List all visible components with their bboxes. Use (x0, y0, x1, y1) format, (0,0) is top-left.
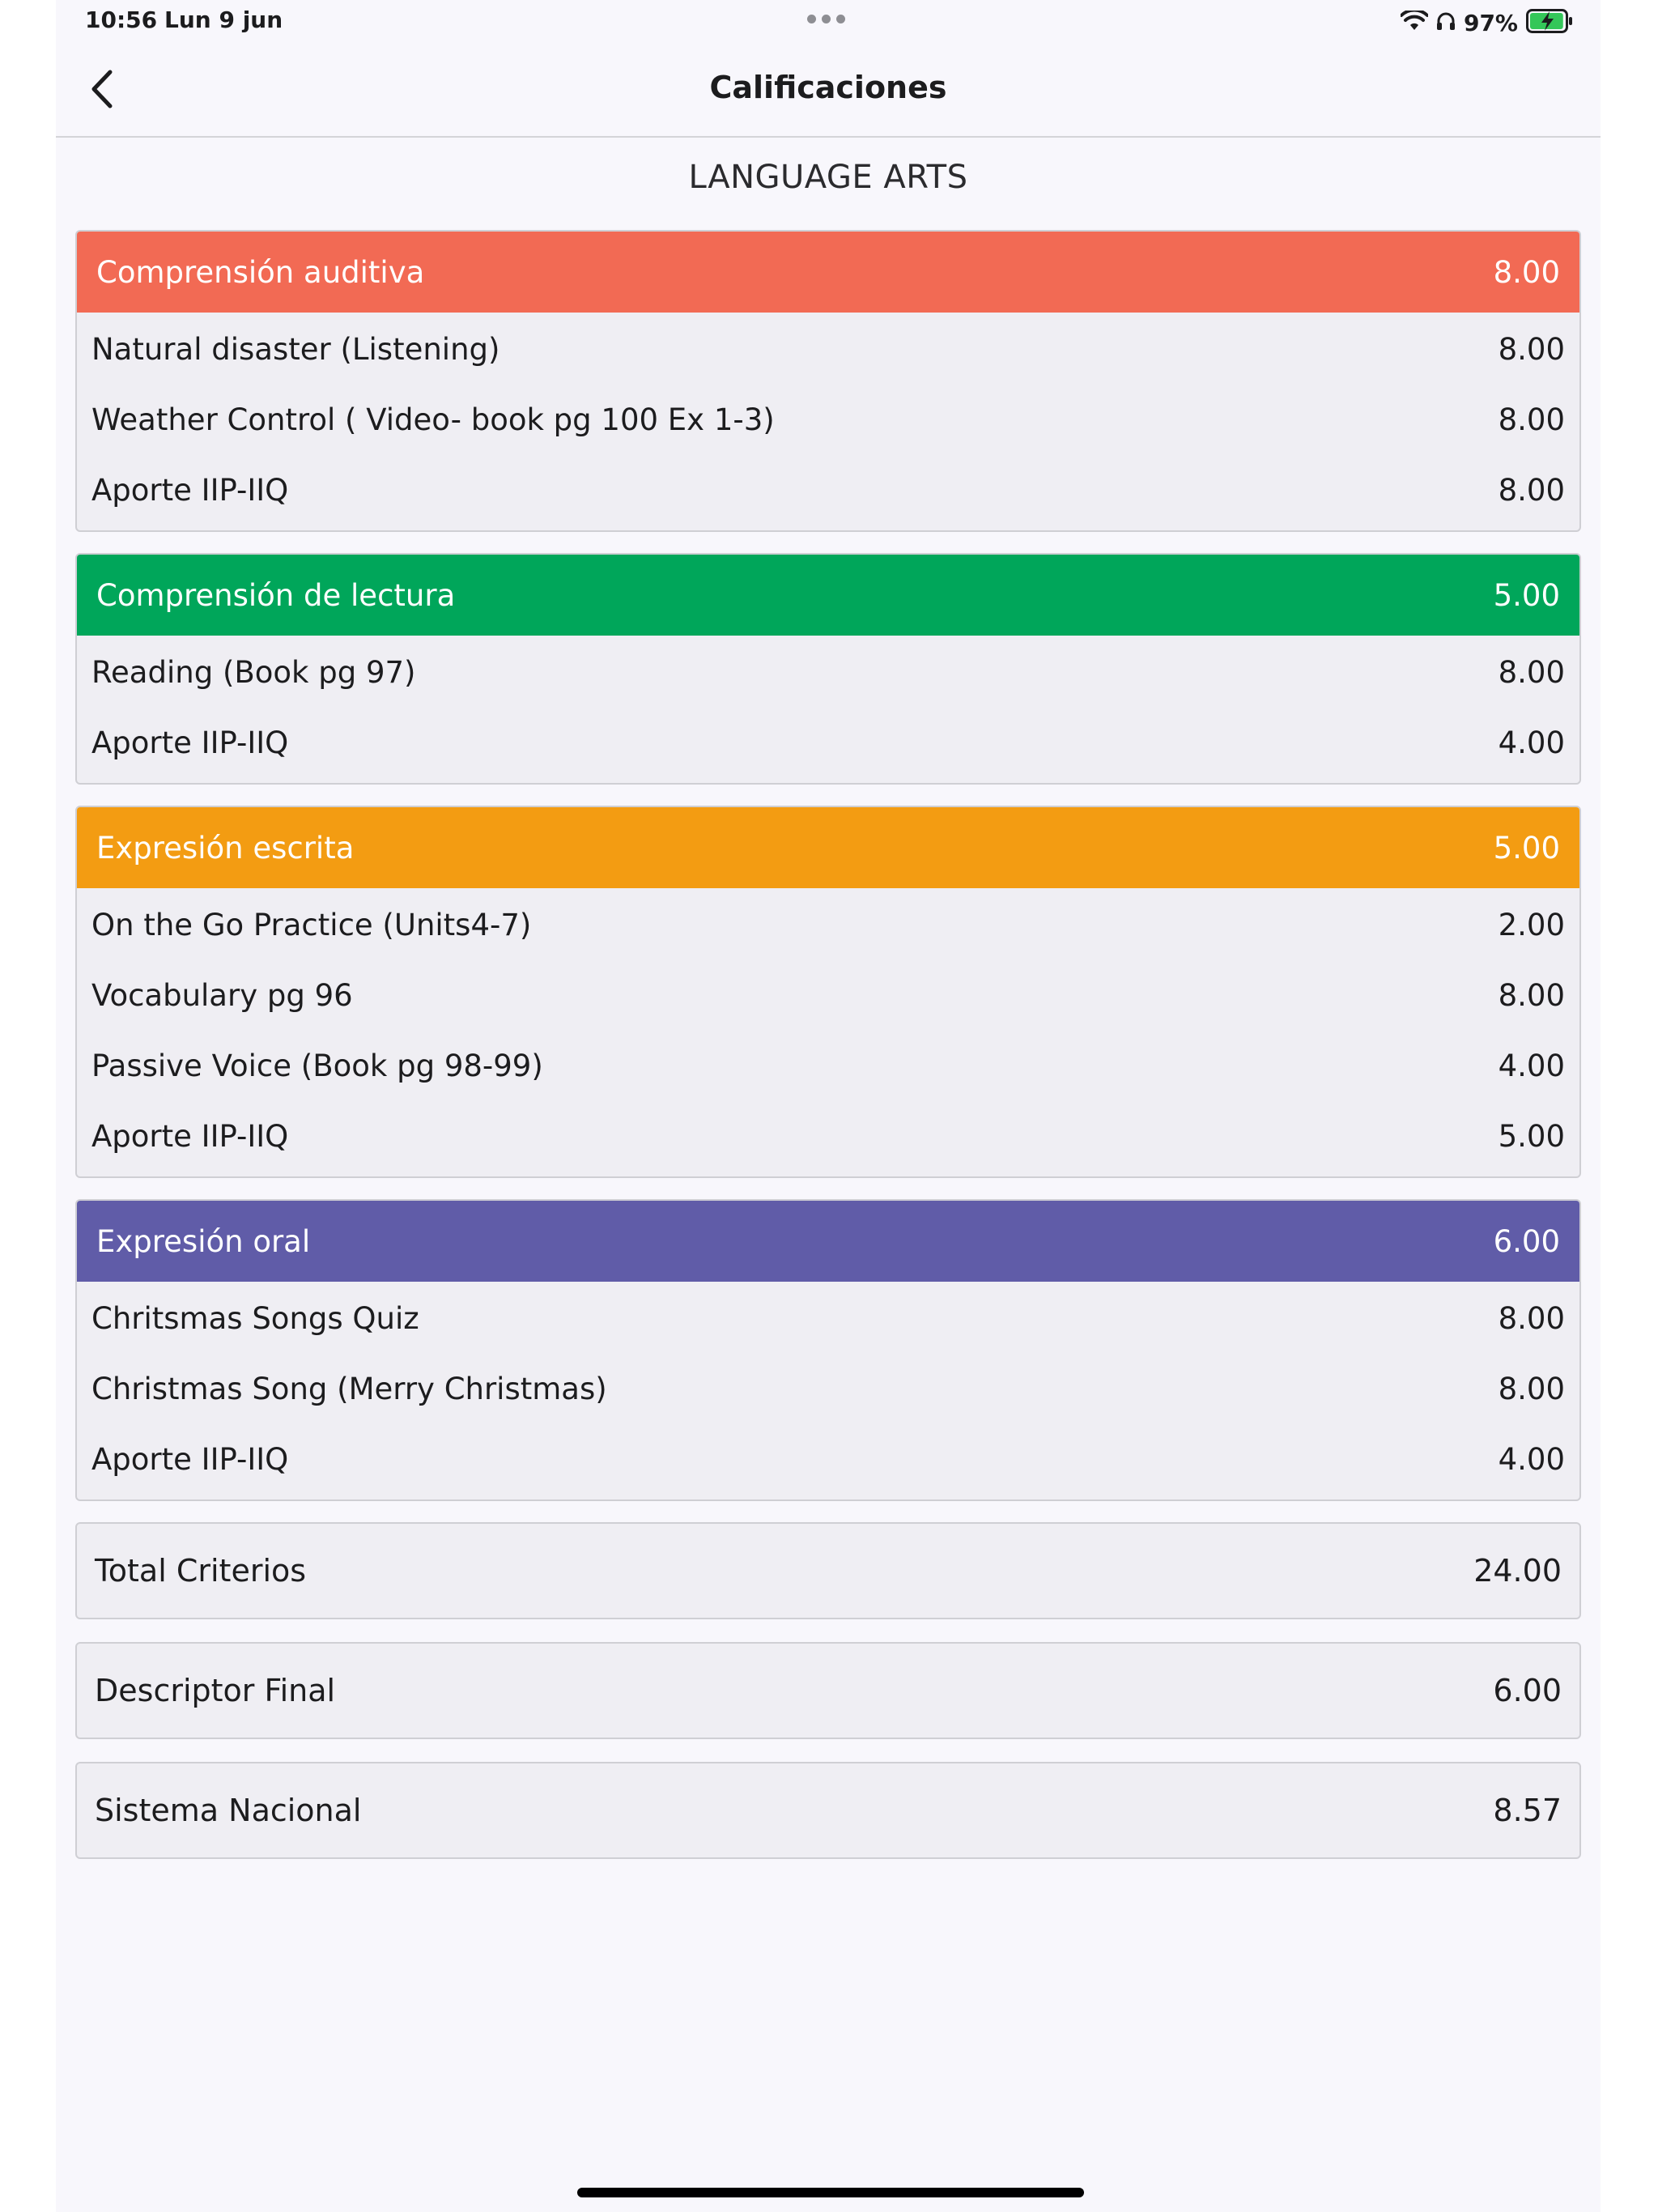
grade-score: 8.00 (1498, 1301, 1565, 1336)
grade-label: Vocabulary pg 96 (91, 978, 353, 1013)
grade-score: 2.00 (1498, 908, 1565, 942)
page-title: Calificaciones (709, 70, 947, 105)
grade-row[interactable]: Aporte IIP-IIQ 8.00 (77, 455, 1579, 525)
grade-score: 8.00 (1498, 332, 1565, 367)
summary-label: Descriptor Final (95, 1673, 336, 1708)
summary-label: Total Criterios (95, 1553, 307, 1589)
grade-row[interactable]: Christmas Song (Merry Christmas) 8.00 (77, 1354, 1579, 1424)
status-bar: 10:56 Lun 9 jun 97% (56, 0, 1601, 45)
grade-row[interactable]: Natural disaster (Listening) 8.00 (77, 314, 1579, 385)
subject-title: LANGUAGE ARTS (688, 159, 968, 196)
section-score: 8.00 (1493, 254, 1560, 290)
app-screen: 10:56 Lun 9 jun 97% Calificaciones LANGU… (56, 0, 1601, 2212)
section-header-expresion-oral[interactable]: Expresión oral 6.00 (77, 1201, 1579, 1282)
section-card-comprension-auditiva: Comprensión auditiva 8.00 Natural disast… (75, 230, 1581, 532)
battery-charging-icon (1526, 9, 1573, 36)
navigation-bar: Calificaciones (56, 45, 1601, 138)
grades-content: Comprensión auditiva 8.00 Natural disast… (75, 230, 1581, 1882)
section-title: Expresión oral (96, 1223, 311, 1259)
grade-label: Aporte IIP-IIQ (91, 1119, 289, 1154)
summary-value: 8.57 (1493, 1793, 1562, 1828)
grade-label: On the Go Practice (Units4-7) (91, 908, 532, 942)
multitasking-dots-icon[interactable] (807, 15, 845, 23)
section-header-comprension-lectura[interactable]: Comprensión de lectura 5.00 (77, 555, 1579, 636)
summary-total-criterios: Total Criterios 24.00 (75, 1522, 1581, 1619)
battery-percentage: 97% (1463, 9, 1518, 36)
grade-label: Passive Voice (Book pg 98-99) (91, 1049, 543, 1083)
grade-label: Aporte IIP-IIQ (91, 1442, 289, 1477)
grade-label: Chritsmas Songs Quiz (91, 1301, 419, 1336)
grade-score: 8.00 (1498, 473, 1565, 508)
grade-score: 4.00 (1498, 1442, 1565, 1477)
grade-score: 5.00 (1498, 1119, 1565, 1154)
grade-row[interactable]: Aporte IIP-IIQ 4.00 (77, 708, 1579, 778)
grade-label: Aporte IIP-IIQ (91, 725, 289, 760)
grade-score: 8.00 (1498, 402, 1565, 437)
grade-score: 4.00 (1498, 1049, 1565, 1083)
grade-row[interactable]: Passive Voice (Book pg 98-99) 4.00 (77, 1031, 1579, 1101)
grade-label: Aporte IIP-IIQ (91, 473, 289, 508)
section-card-expresion-oral: Expresión oral 6.00 Chritsmas Songs Quiz… (75, 1199, 1581, 1501)
summary-value: 6.00 (1493, 1673, 1562, 1708)
home-indicator[interactable] (577, 2188, 1084, 2197)
section-title: Comprensión auditiva (96, 254, 425, 290)
section-score: 5.00 (1493, 577, 1560, 613)
summary-label: Sistema Nacional (95, 1793, 362, 1828)
grade-score: 8.00 (1498, 655, 1565, 690)
status-indicators: 97% (1399, 6, 1573, 39)
section-card-comprension-lectura: Comprensión de lectura 5.00 Reading (Boo… (75, 553, 1581, 785)
section-score: 5.00 (1493, 830, 1560, 866)
status-date: Lun 9 jun (164, 6, 283, 33)
summary-value: 24.00 (1473, 1553, 1562, 1589)
section-header-comprension-auditiva[interactable]: Comprensión auditiva 8.00 (77, 232, 1579, 313)
summary-descriptor-final: Descriptor Final 6.00 (75, 1642, 1581, 1739)
section-title: Comprensión de lectura (96, 577, 456, 613)
section-title: Expresión escrita (96, 830, 355, 866)
grade-score: 4.00 (1498, 725, 1565, 760)
grade-row[interactable]: Aporte IIP-IIQ 5.00 (77, 1101, 1579, 1172)
grade-label: Christmas Song (Merry Christmas) (91, 1372, 607, 1406)
grade-row[interactable]: Aporte IIP-IIQ 4.00 (77, 1424, 1579, 1495)
grade-row[interactable]: Reading (Book pg 97) 8.00 (77, 637, 1579, 708)
grade-row[interactable]: On the Go Practice (Units4-7) 2.00 (77, 890, 1579, 960)
grade-label: Reading (Book pg 97) (91, 655, 416, 690)
headphones-icon (1436, 11, 1456, 35)
grade-score: 8.00 (1498, 1372, 1565, 1406)
grade-row[interactable]: Vocabulary pg 96 8.00 (77, 960, 1579, 1031)
section-card-expresion-escrita: Expresión escrita 5.00 On the Go Practic… (75, 806, 1581, 1178)
grade-label: Natural disaster (Listening) (91, 332, 500, 367)
grade-label: Weather Control ( Video- book pg 100 Ex … (91, 402, 775, 437)
summary-sistema-nacional: Sistema Nacional 8.57 (75, 1762, 1581, 1859)
section-header-expresion-escrita[interactable]: Expresión escrita 5.00 (77, 807, 1579, 888)
status-time: 10:56 (85, 6, 158, 33)
wifi-icon (1399, 8, 1429, 35)
grade-row[interactable]: Chritsmas Songs Quiz 8.00 (77, 1283, 1579, 1354)
section-score: 6.00 (1493, 1223, 1560, 1259)
grade-row[interactable]: Weather Control ( Video- book pg 100 Ex … (77, 385, 1579, 455)
grade-score: 8.00 (1498, 978, 1565, 1013)
